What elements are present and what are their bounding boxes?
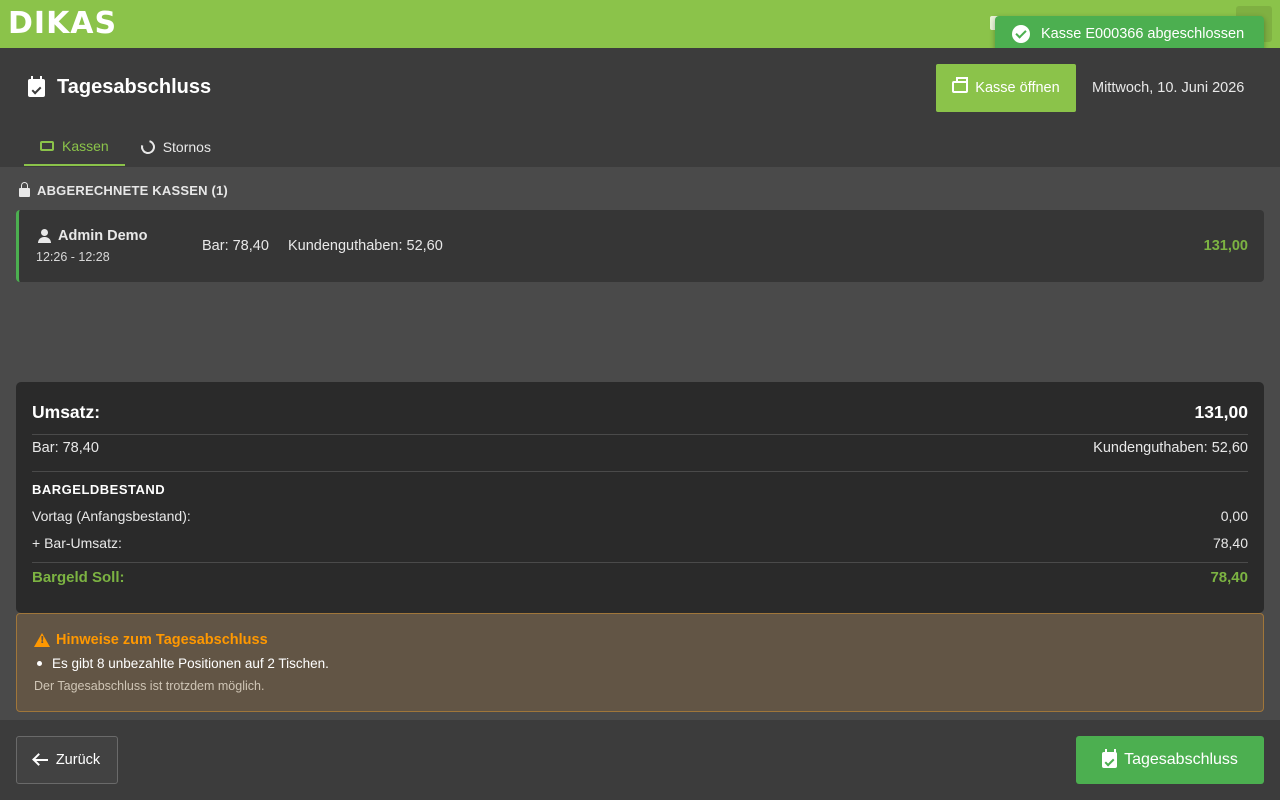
cash-sales-label: + Bar-Umsatz:	[32, 535, 122, 551]
check-circle-icon	[1012, 25, 1030, 43]
register-cash: Bar: 78,40	[202, 238, 269, 254]
page-title-group: Tagesabschluss	[28, 75, 212, 99]
success-toast[interactable]: Kasse E000366 abgeschlossen	[995, 16, 1264, 52]
revenue-row: Umsatz: 131,00	[32, 402, 1248, 423]
tab-label: Stornos	[162, 139, 211, 155]
warning-item: Es gibt 8 unbezahlte Positionen auf 2 Ti…	[37, 656, 329, 671]
cash-sales-value: 78,40	[1212, 535, 1248, 551]
opening-balance-row: Vortag (Anfangsbestand): 0,00	[32, 508, 1248, 524]
register-total: 131,00	[1203, 238, 1248, 254]
register-card[interactable]: Admin Demo 12:26 - 12:28 Bar: 78,40 Kund…	[16, 210, 1264, 282]
revenue-label: Umsatz:	[32, 402, 101, 422]
warning-title-group: Hinweise zum Tagesabschluss	[34, 632, 268, 648]
bullet	[37, 661, 42, 666]
page-header: Tagesabschluss Kasse öffnen Mittwoch, 10…	[0, 48, 1280, 167]
expected-cash-row: Bargeld Soll: 78,40	[32, 569, 1248, 586]
arrow-left-icon	[33, 759, 48, 761]
expected-cash-label: Bargeld Soll:	[32, 569, 125, 586]
revenue-value: 131,00	[1194, 402, 1248, 422]
open-register-label: Kasse öffnen	[975, 80, 1060, 96]
app-logo[interactable]: DIKAS	[8, 7, 117, 41]
summary-panel: Umsatz: 131,00 Bar: 78,40 Kundenguthaben…	[16, 382, 1264, 613]
divider	[32, 562, 1248, 563]
cash-sales-row: + Bar-Umsatz: 78,40	[32, 535, 1248, 551]
opening-label: Vortag (Anfangsbestand):	[32, 508, 191, 524]
back-label: Zurück	[55, 752, 101, 768]
cash-register-icon	[40, 141, 54, 151]
tab-bar: Kassen Stornos	[24, 128, 227, 166]
divider	[32, 434, 1248, 435]
open-register-button[interactable]: Kasse öffnen	[936, 64, 1076, 112]
cash-stock-heading: BARGELDBESTAND	[32, 482, 166, 497]
calendar-check-icon	[28, 75, 45, 97]
summary-credit: Kundenguthaben: 52,60	[1093, 440, 1248, 456]
warning-box: Hinweise zum Tagesabschluss Es gibt 8 un…	[16, 613, 1264, 712]
opening-value: 0,00	[1220, 508, 1248, 524]
summary-cash: Bar: 78,40	[32, 440, 99, 456]
lock-icon	[19, 182, 30, 197]
calendar-check-icon	[1102, 749, 1118, 768]
toast-message: Kasse E000366 abgeschlossen	[1041, 26, 1245, 42]
register-time-range: 12:26 - 12:28	[36, 250, 110, 264]
revenue-breakdown-row: Bar: 78,40 Kundenguthaben: 52,60	[32, 440, 1248, 456]
close-day-button[interactable]: Tagesabschluss	[1076, 736, 1264, 784]
warning-note: Der Tagesabschluss ist trotzdem möglich.	[34, 679, 265, 693]
warning-title: Hinweise zum Tagesabschluss	[56, 632, 268, 648]
tab-stornos[interactable]: Stornos	[125, 128, 227, 166]
warning-item-text: Es gibt 8 unbezahlte Positionen auf 2 Ti…	[52, 656, 329, 671]
top-bar: DIKAS Kasse E000366 abgeschlossen	[0, 0, 1280, 52]
user-check-icon	[38, 229, 54, 243]
closed-registers-heading: ABGERECHNETE KASSEN (1)	[19, 182, 228, 198]
register-user: Admin Demo	[58, 228, 148, 244]
divider	[32, 471, 1248, 472]
tab-label: Kassen	[62, 138, 109, 154]
page-title: Tagesabschluss	[57, 76, 212, 98]
section-heading-text: ABGERECHNETE KASSEN (1)	[37, 183, 228, 198]
warning-icon	[34, 633, 50, 647]
register-credit: Kundenguthaben: 52,60	[288, 238, 443, 254]
close-day-label: Tagesabschluss	[1124, 751, 1238, 768]
current-date: Mittwoch, 10. Juni 2026	[1092, 80, 1245, 96]
tab-kassen[interactable]: Kassen	[24, 128, 125, 166]
back-button[interactable]: Zurück	[16, 736, 118, 784]
undo-icon	[138, 137, 158, 157]
expected-cash-value: 78,40	[1210, 569, 1248, 586]
footer-bar: Zurück Tagesabschluss	[0, 720, 1280, 800]
cash-register-icon	[952, 77, 969, 93]
